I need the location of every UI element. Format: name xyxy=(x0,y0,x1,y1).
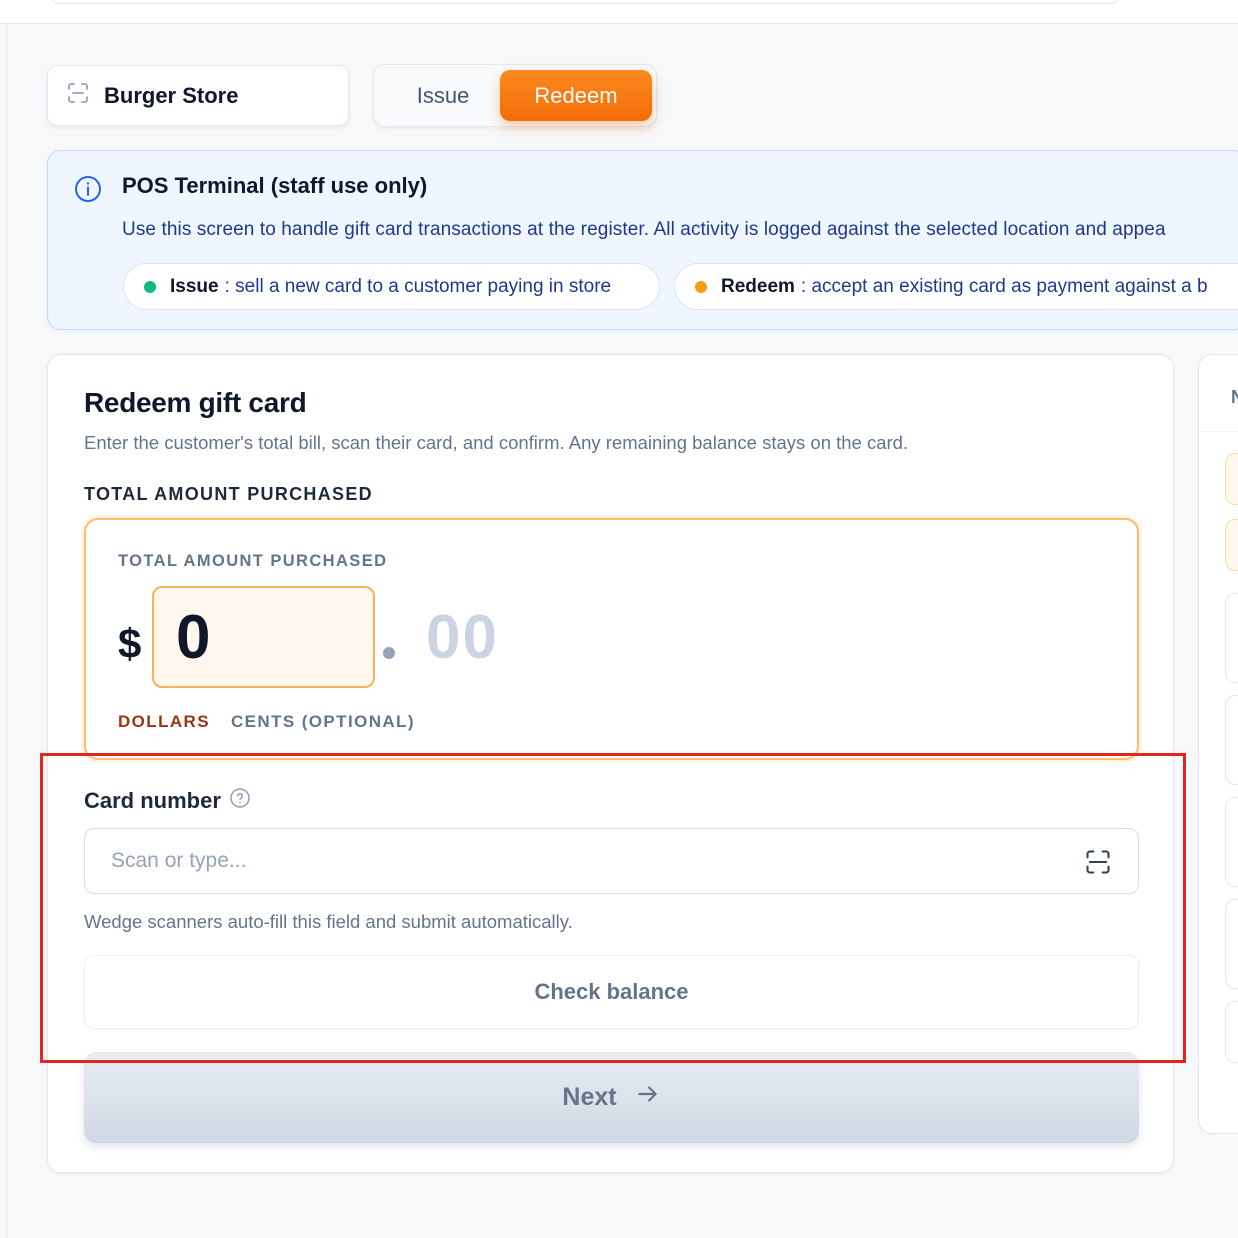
chip-key: Redeem xyxy=(721,275,795,297)
dollars-label: DOLLARS xyxy=(118,712,210,731)
status-dot xyxy=(144,280,156,293)
top-bar xyxy=(0,0,1238,24)
chip-key: Issue xyxy=(170,275,219,297)
side-tile[interactable] xyxy=(1225,695,1238,785)
scan-icon[interactable] xyxy=(1084,848,1112,881)
scan-icon xyxy=(66,81,90,110)
chip-text: : sell a new card to a customer paying i… xyxy=(224,275,612,297)
currency-symbol: $ xyxy=(118,620,142,667)
chip-text: : accept an existing card as payment aga… xyxy=(800,275,1208,297)
top-search-edge[interactable] xyxy=(50,0,1120,4)
next-label: Next xyxy=(562,1083,617,1111)
status-dot xyxy=(695,280,707,293)
side-tile[interactable] xyxy=(1225,519,1238,571)
cents-input[interactable]: 00 xyxy=(426,602,499,673)
arrow-right-icon xyxy=(635,1081,661,1114)
card-number-label: Card number xyxy=(84,787,251,815)
redeem-chip: Redeem : accept an existing card as paym… xyxy=(674,263,1238,310)
side-panel: N xyxy=(1198,354,1238,1134)
banner-description: Use this screen to handle gift card tran… xyxy=(122,219,1166,240)
card-number-field[interactable] xyxy=(84,828,1139,894)
amount-section-label: TOTAL AMOUNT PURCHASED xyxy=(84,484,373,504)
redeem-card: Redeem gift card Enter the customer's to… xyxy=(47,354,1174,1173)
side-tile[interactable] xyxy=(1225,899,1238,989)
help-icon[interactable] xyxy=(229,787,251,815)
page-title: Redeem gift card xyxy=(84,387,307,418)
page-subtitle: Enter the customer's total bill, scan th… xyxy=(84,432,909,453)
side-tile[interactable] xyxy=(1225,1001,1238,1063)
left-divider xyxy=(6,24,7,1238)
side-tile[interactable] xyxy=(1225,593,1238,683)
store-selector[interactable]: Burger Store xyxy=(47,65,349,126)
card-number-label-text: Card number xyxy=(84,788,221,813)
scanner-hint: Wedge scanners auto-fill this field and … xyxy=(84,911,573,932)
side-panel-header: N xyxy=(1231,387,1238,407)
next-button[interactable]: Next xyxy=(84,1052,1139,1143)
card-number-input[interactable] xyxy=(111,849,1011,873)
info-icon xyxy=(74,175,102,208)
dollars-input[interactable]: 0 xyxy=(152,586,375,688)
mode-toggle: Issue Redeem xyxy=(373,64,657,127)
redeem-tab[interactable]: Redeem xyxy=(500,70,652,121)
banner-title: POS Terminal (staff use only) xyxy=(122,173,428,198)
check-balance-button[interactable]: Check balance xyxy=(84,955,1139,1029)
info-banner: POS Terminal (staff use only) Use this s… xyxy=(47,150,1238,330)
issue-tab[interactable]: Issue xyxy=(384,70,502,121)
decimal-point xyxy=(383,647,395,659)
side-tile[interactable] xyxy=(1225,797,1238,887)
cents-label: CENTS (OPTIONAL) xyxy=(231,712,415,731)
side-tile[interactable] xyxy=(1225,453,1238,505)
side-divider xyxy=(1199,431,1238,432)
amount-inner-label: TOTAL AMOUNT PURCHASED xyxy=(118,552,388,570)
issue-chip: Issue : sell a new card to a customer pa… xyxy=(123,263,660,310)
amount-entry: TOTAL AMOUNT PURCHASED $ 0 00 DOLLARS CE… xyxy=(84,518,1139,760)
store-name: Burger Store xyxy=(104,82,239,108)
